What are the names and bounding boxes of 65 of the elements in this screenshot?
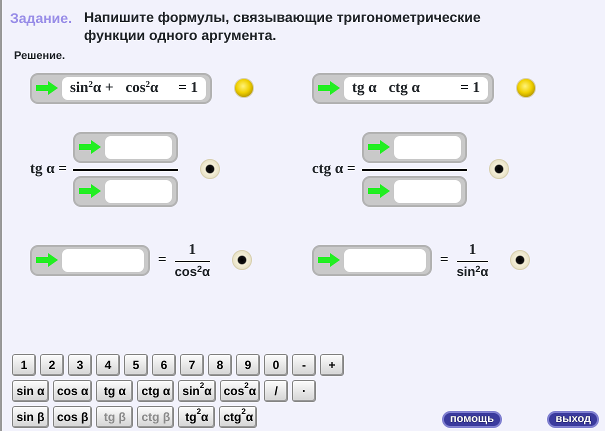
arrow-icon [368, 140, 390, 154]
arrow-icon [318, 253, 340, 267]
status-dot[interactable] [200, 159, 220, 179]
task-text: Напишите формулы, связывающие тригонометрические функции одного аргумента. [84, 8, 482, 44]
status-dot[interactable] [510, 250, 530, 270]
answer-box[interactable]: sin$^{2}$α + cos$^{2}$α = 1 [30, 72, 212, 104]
key-button[interactable]: tg α [96, 380, 134, 402]
key-button[interactable]: 2 [40, 354, 64, 376]
key-button[interactable]: ctg α [137, 380, 174, 402]
answer-box[interactable]: tg α ctg α = 1 [312, 72, 494, 104]
key-button[interactable]: · [292, 380, 316, 402]
equals-sign: = [440, 250, 449, 270]
help-button[interactable]: помощь [442, 411, 502, 428]
key-button[interactable]: - [292, 354, 316, 376]
status-light[interactable] [234, 78, 254, 98]
key-button[interactable]: 3 [68, 354, 92, 376]
fraction-label: tg α = [30, 160, 67, 179]
key-button[interactable]: / [264, 380, 288, 402]
arrow-icon [36, 81, 58, 95]
fraction-label: ctg α = [312, 160, 356, 179]
arrow-icon [78, 184, 101, 198]
exit-button[interactable]: выход [547, 411, 599, 428]
key-button[interactable]: 8 [208, 354, 232, 376]
equals-sign: = [158, 250, 167, 270]
key-button[interactable]: sin$^{2}$α [178, 380, 216, 402]
denominator: sin$^{2}$α [456, 262, 488, 281]
status-light[interactable] [516, 78, 536, 98]
key-button[interactable]: 0 [264, 354, 288, 376]
denominator: cos$^{2}$α [174, 262, 210, 281]
formula-term: tg α [352, 78, 377, 98]
key-button[interactable]: 4 [96, 354, 120, 376]
key-button[interactable]: ctg$^{2}$α [219, 406, 258, 428]
answer-box[interactable] [72, 176, 178, 206]
key-button[interactable]: cos$^{2}$α [220, 380, 260, 402]
key-button[interactable]: 1 [12, 354, 36, 376]
key-button[interactable]: 7 [180, 354, 204, 376]
formula-term: ctg α [388, 78, 420, 98]
arrow-icon [78, 140, 101, 154]
numerator: 1 [468, 240, 476, 260]
formula-term: cos$^{2}$α [126, 78, 158, 98]
arrow-icon [368, 184, 390, 198]
arrow-icon [318, 81, 340, 95]
task-label: Задание. [10, 9, 73, 28]
key-button[interactable]: sin α [12, 380, 49, 402]
arrow-icon [36, 253, 58, 267]
key-button[interactable]: 6 [152, 354, 176, 376]
formula-result: = 1 [460, 78, 480, 98]
key-button[interactable]: tg$^{2}$α [178, 406, 216, 428]
solution-label: Решение. [14, 49, 66, 64]
answer-box[interactable] [72, 132, 178, 162]
key-button[interactable]: cos β [53, 406, 92, 428]
formula-term: sin$^{2}$α + [70, 78, 114, 98]
formula-result: = 1 [178, 78, 198, 98]
key-button[interactable]: + [320, 354, 344, 376]
numerator: 1 [188, 240, 196, 260]
answer-box[interactable] [362, 132, 467, 162]
answer-box[interactable] [362, 176, 467, 206]
key-button[interactable]: cos α [53, 380, 92, 402]
answer-box[interactable] [312, 244, 432, 276]
key-button[interactable]: 5 [124, 354, 148, 376]
key-button[interactable]: sin β [12, 406, 49, 428]
answer-box[interactable] [30, 244, 150, 276]
key-button[interactable]: 9 [236, 354, 260, 376]
status-dot[interactable] [488, 159, 509, 179]
status-dot[interactable] [232, 250, 252, 270]
